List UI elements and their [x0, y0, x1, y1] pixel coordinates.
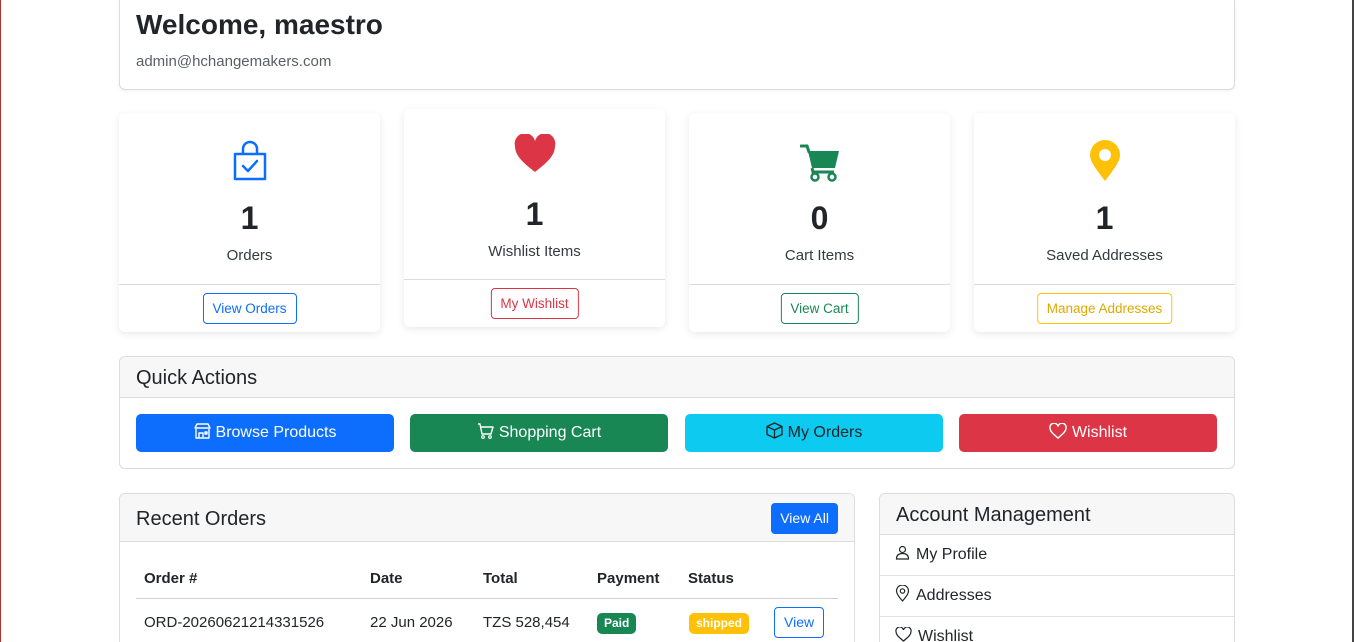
quick-actions-card: Quick Actions Browse Products Shopping C…: [119, 356, 1235, 469]
welcome-card: Welcome, maestro admin@hchangemakers.com: [119, 0, 1235, 90]
stat-card-cart: 0 Cart Items View Cart: [689, 113, 950, 332]
account-management-card: Account Management My Profile Addresses …: [879, 493, 1235, 642]
view-orders-button[interactable]: View Orders: [202, 293, 297, 324]
browse-products-label: Browse Products: [215, 424, 337, 441]
shopping-bag-check-icon: [231, 140, 269, 187]
manage-addresses-button[interactable]: Manage Addresses: [1036, 293, 1173, 324]
cart-outline-icon: [477, 422, 494, 444]
quick-actions-title: Quick Actions: [136, 367, 258, 389]
view-order-button[interactable]: View: [774, 607, 825, 638]
browse-products-button[interactable]: Browse Products: [136, 414, 394, 452]
location-icon: [895, 584, 910, 607]
wishlist-count: 1: [525, 196, 544, 232]
my-orders-label: My Orders: [787, 424, 863, 441]
card-header: Account Management: [880, 494, 1234, 535]
column-header-total: Total: [483, 570, 518, 587]
order-total: TZS 528,454: [483, 614, 570, 631]
my-wishlist-button[interactable]: My Wishlist: [490, 288, 579, 319]
card-header: Recent Orders View All: [120, 494, 854, 542]
wishlist-label: Wishlist: [1071, 424, 1128, 441]
account-management-title: Account Management: [896, 504, 1091, 526]
stat-card-addresses: 1 Saved Addresses Manage Addresses: [974, 113, 1235, 332]
order-date: 22 Jun 2026: [370, 614, 453, 631]
my-orders-button[interactable]: My Orders: [685, 414, 943, 452]
welcome-title: Welcome, maestro: [136, 9, 383, 40]
account-item-label: Addresses: [916, 587, 992, 604]
account-item-wishlist[interactable]: Wishlist: [880, 617, 1234, 642]
divider: [404, 279, 665, 280]
card-header: Quick Actions: [120, 357, 1234, 398]
person-icon: [895, 545, 910, 565]
account-item-label: My Profile: [916, 546, 988, 563]
order-number: ORD-20260621214331526: [144, 614, 325, 631]
map-pin-icon: [1089, 140, 1121, 187]
cart-icon: [799, 142, 840, 187]
account-item-label: Wishlist: [918, 628, 974, 642]
box-icon: [766, 422, 783, 444]
payment-badge: Paid: [597, 613, 637, 634]
cart-count: 0: [810, 200, 829, 236]
account-item-profile[interactable]: My Profile: [880, 535, 1234, 576]
view-all-button[interactable]: View All: [771, 503, 838, 534]
column-header-date: Date: [370, 570, 403, 587]
view-cart-button[interactable]: View Cart: [780, 293, 859, 324]
cart-label: Cart Items: [784, 247, 855, 264]
heart-outline-icon: [895, 626, 912, 642]
recent-orders-card: Recent Orders View All Order # Date Tota…: [119, 493, 855, 642]
orders-label: Orders: [226, 247, 273, 264]
shop-icon: [193, 422, 211, 444]
heart-outline-icon: [1049, 422, 1067, 444]
user-email: admin@hchangemakers.com: [136, 53, 332, 70]
account-item-addresses[interactable]: Addresses: [880, 576, 1234, 617]
divider: [689, 284, 950, 285]
addresses-label: Saved Addresses: [1046, 247, 1163, 264]
shopping-cart-button[interactable]: Shopping Cart: [410, 414, 668, 452]
heart-icon: [514, 133, 556, 179]
divider: [119, 284, 380, 285]
divider: [974, 284, 1235, 285]
column-header-payment: Payment: [597, 570, 660, 587]
stat-card-orders: 1 Orders View Orders: [119, 113, 380, 332]
wishlist-button[interactable]: Wishlist: [959, 414, 1217, 452]
recent-orders-title: Recent Orders: [136, 508, 267, 530]
status-badge: shipped: [689, 613, 750, 634]
column-header-order: Order #: [144, 570, 198, 587]
table-header-divider: [136, 598, 838, 599]
column-header-status: Status: [688, 570, 734, 587]
stat-card-wishlist: 1 Wishlist Items My Wishlist: [404, 109, 665, 327]
wishlist-label: Wishlist Items: [488, 243, 581, 260]
addresses-count: 1: [1095, 200, 1114, 236]
orders-count: 1: [240, 200, 259, 236]
shopping-cart-label: Shopping Cart: [498, 424, 602, 441]
